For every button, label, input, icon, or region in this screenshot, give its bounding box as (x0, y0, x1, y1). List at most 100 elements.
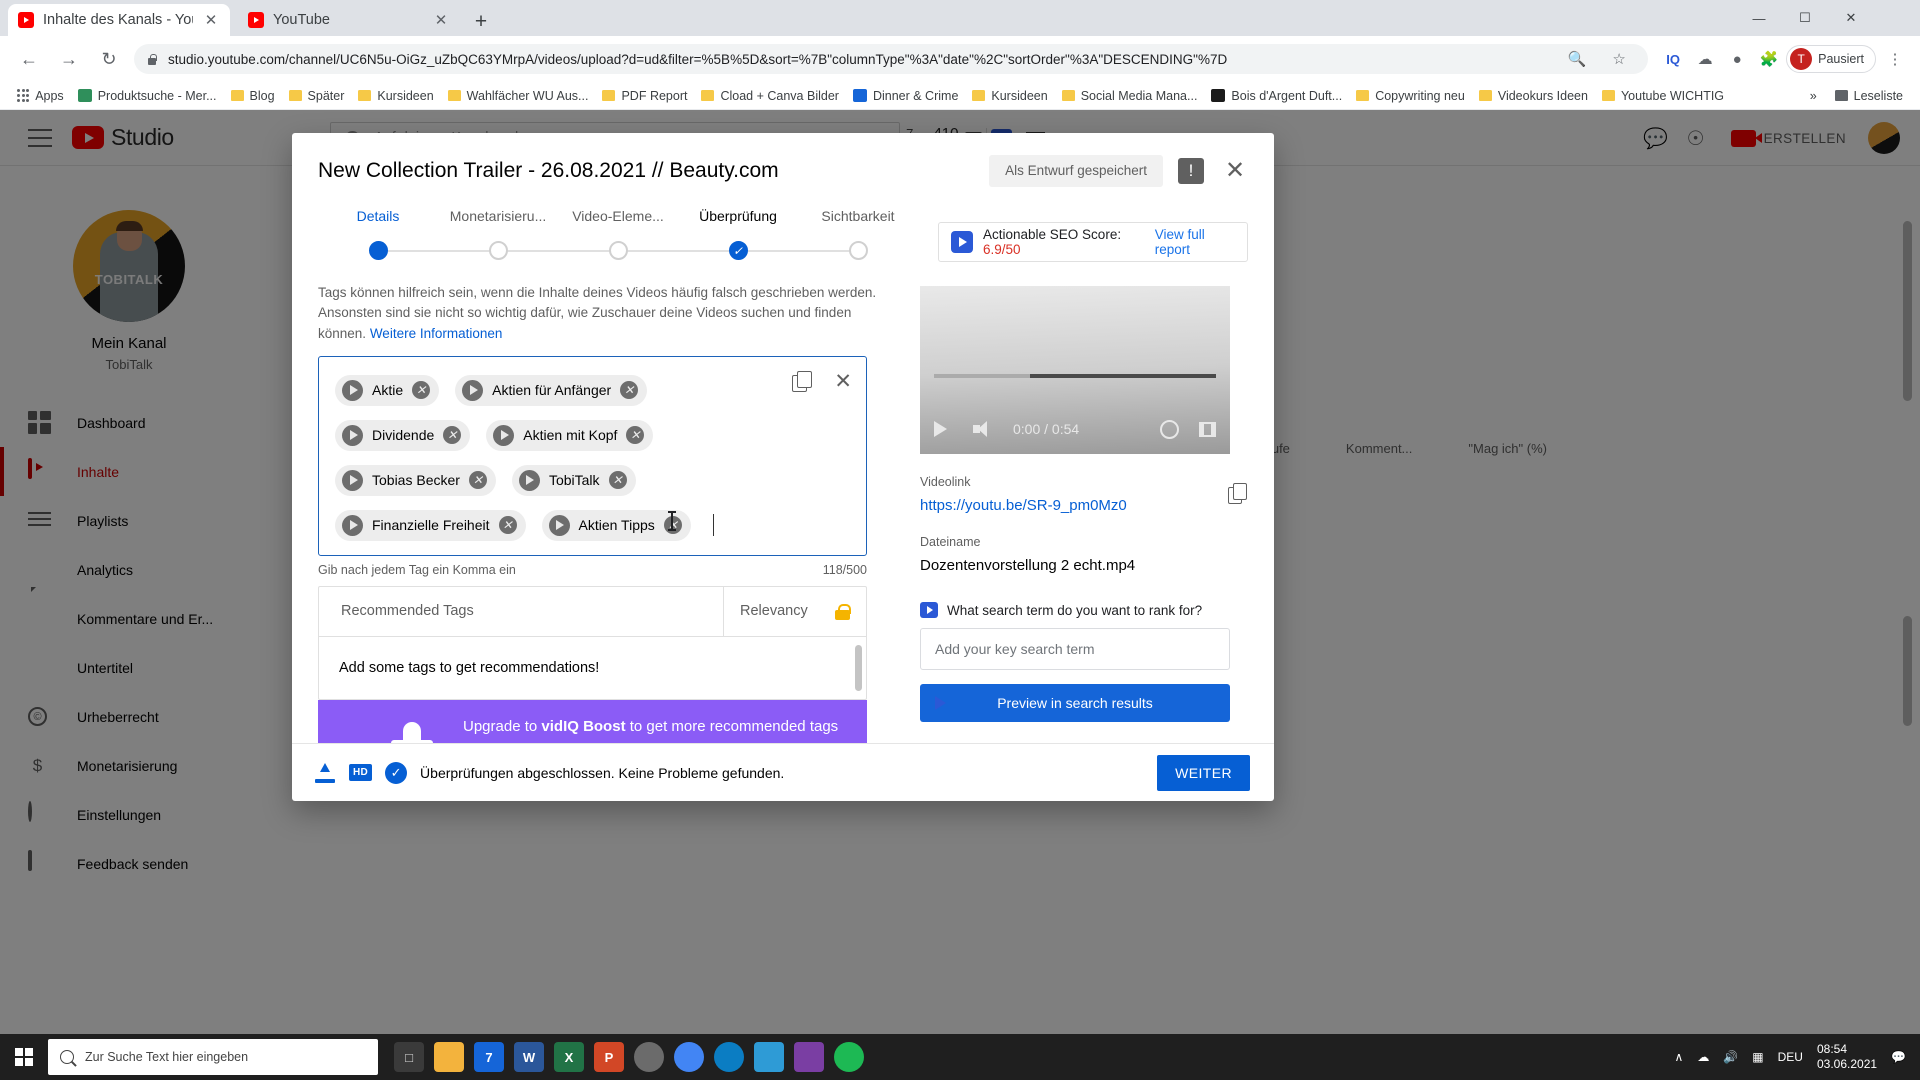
language-indicator[interactable]: DEU (1778, 1050, 1803, 1064)
video-preview[interactable]: 0:00 / 0:54 (920, 286, 1230, 454)
tag-chip[interactable]: Tobias Becker ✕ (335, 464, 496, 496)
profile-button[interactable]: T Pausiert (1786, 45, 1876, 73)
remove-tag-icon[interactable]: ✕ (498, 516, 517, 535)
bookmark-social-media[interactable]: Social Media Mana... (1055, 85, 1205, 107)
chevron-up-icon[interactable]: ∧ (1675, 1050, 1684, 1064)
tag-chip[interactable]: TobiTalk ✕ (511, 464, 636, 496)
reading-list-button[interactable]: Leseliste (1828, 85, 1910, 107)
fullscreen-icon[interactable] (1199, 421, 1216, 437)
browser-tab-inactive[interactable]: YouTube ✕ (238, 4, 460, 36)
preview-search-results-button[interactable]: Preview in search results (920, 684, 1230, 722)
copy-icon[interactable] (1228, 483, 1250, 507)
task-view-icon[interactable]: □ (394, 1042, 424, 1072)
step-label-ueberpruefung[interactable]: Überprüfung (678, 208, 798, 224)
cloud-icon[interactable]: ☁ (1697, 1050, 1709, 1064)
start-button[interactable] (0, 1034, 48, 1080)
forward-icon[interactable]: → (52, 42, 86, 76)
window-minimize-button[interactable]: — (1736, 0, 1782, 36)
cd-icon[interactable] (634, 1042, 664, 1072)
window-close-button[interactable]: ✕ (1828, 0, 1874, 36)
tag-chip[interactable]: Aktien mit Kopf ✕ (486, 419, 654, 451)
close-icon[interactable]: ✕ (1220, 156, 1250, 186)
edge-icon[interactable] (714, 1042, 744, 1072)
close-icon[interactable]: ✕ (202, 11, 220, 29)
bookmark-spaeter[interactable]: Später (282, 85, 352, 107)
play-icon[interactable] (934, 421, 947, 437)
bookmark-star-icon[interactable]: ☆ (1604, 44, 1634, 74)
file-explorer-icon[interactable] (434, 1042, 464, 1072)
volume-icon[interactable] (973, 421, 993, 437)
window-maximize-button[interactable]: ☐ (1782, 0, 1828, 36)
step-label-sichtbarkeit[interactable]: Sichtbarkeit (798, 208, 918, 224)
taskbar-search-input[interactable]: Zur Suche Text hier eingeben (48, 1039, 378, 1075)
remove-tag-icon[interactable]: ✕ (412, 381, 431, 400)
tag-chip[interactable]: Aktien für Anfänger ✕ (455, 374, 648, 406)
browser-tab-active[interactable]: Inhalte des Kanals - YouTube Stu ✕ (8, 4, 230, 36)
next-button[interactable]: WEITER (1157, 754, 1250, 791)
step-dot-ueberpruefung[interactable]: ✓ (678, 241, 798, 260)
tags-input-box[interactable]: Aktie ✕ Aktien für Anfänger ✕ Dividende … (318, 355, 867, 556)
close-icon[interactable]: ✕ (834, 369, 852, 394)
powerpoint-icon[interactable]: P (594, 1042, 624, 1072)
remove-tag-icon[interactable]: ✕ (620, 381, 639, 400)
chrome-menu-icon[interactable]: ⋮ (1880, 44, 1910, 74)
gear-icon[interactable] (1160, 419, 1179, 439)
remove-tag-icon[interactable]: ✕ (468, 471, 487, 490)
step-dot-monetarisierung[interactable] (438, 241, 558, 260)
learn-more-link[interactable]: Weitere Informationen (370, 326, 503, 341)
bookmark-copywriting[interactable]: Copywriting neu (1349, 85, 1472, 107)
step-dot-sichtbarkeit[interactable] (798, 241, 918, 260)
step-dot-details[interactable] (318, 241, 438, 260)
tag-chip[interactable]: Dividende ✕ (335, 419, 471, 451)
zoom-icon[interactable]: 🔍 (1562, 44, 1592, 74)
step-dot-video-elemente[interactable] (558, 241, 678, 260)
remove-tag-icon[interactable]: ✕ (626, 426, 645, 445)
clock[interactable]: 08:54 03.06.2021 (1817, 1042, 1877, 1072)
tag-chip[interactable]: Finanzielle Freiheit ✕ (335, 509, 526, 541)
puzzle-extension-icon[interactable]: 🧩 (1754, 44, 1784, 74)
close-icon[interactable]: ✕ (432, 11, 450, 29)
tag-chip[interactable]: Aktie ✕ (335, 374, 440, 406)
view-full-report-link[interactable]: View full report (1155, 227, 1235, 257)
bookmark-wahlfaecher[interactable]: Wahlfächer WU Aus... (441, 85, 596, 107)
shopping-extension-icon[interactable]: ● (1722, 44, 1752, 74)
bookmark-pdf-report[interactable]: PDF Report (595, 85, 694, 107)
step-label-details[interactable]: Details (318, 208, 438, 224)
bookmark-blog[interactable]: Blog (224, 85, 282, 107)
bookmark-cload-canva[interactable]: Cload + Canva Bilder (694, 85, 845, 107)
bookmark-produktsuche[interactable]: Produktsuche - Mer... (71, 85, 224, 107)
address-bar[interactable]: studio.youtube.com/channel/UC6N5u-OiGz_u… (134, 44, 1649, 74)
spotify-icon[interactable] (834, 1042, 864, 1072)
alert-icon[interactable]: ! (1178, 157, 1204, 184)
videolink-value[interactable]: https://youtu.be/SR-9_pm0Mz0 (920, 497, 1247, 514)
remove-tag-icon[interactable]: ✕ (443, 426, 462, 445)
copy-icon[interactable] (792, 370, 816, 395)
key-search-term-input[interactable]: Add your key search term (920, 628, 1230, 670)
chrome-icon[interactable] (674, 1042, 704, 1072)
bookmarks-overflow-button[interactable]: » (1803, 85, 1824, 107)
step-label-video-elemente[interactable]: Video-Eleme... (558, 208, 678, 224)
back-icon[interactable]: ← (12, 42, 46, 76)
notification-icon[interactable]: 💬 (1891, 1050, 1906, 1064)
word-icon[interactable]: W (514, 1042, 544, 1072)
bookmark-bois-dargent[interactable]: Bois d'Argent Duft... (1204, 85, 1349, 107)
reload-icon[interactable]: ↻ (92, 42, 126, 76)
bookmark-kursideen-1[interactable]: Kursideen (351, 85, 440, 107)
notes-extension-icon[interactable]: ☁ (1690, 44, 1720, 74)
volume-icon[interactable]: 🔊 (1723, 1050, 1738, 1064)
network-icon[interactable]: ▦ (1752, 1050, 1763, 1064)
iq-extension-icon[interactable]: IQ (1658, 44, 1688, 74)
new-tab-button[interactable]: + (468, 8, 494, 34)
remove-tag-icon[interactable]: ✕ (608, 471, 627, 490)
video-progress-bar[interactable] (934, 374, 1216, 378)
bookmark-kursideen-2[interactable]: Kursideen (965, 85, 1054, 107)
outlook-icon[interactable]: 7 (474, 1042, 504, 1072)
tag-chip[interactable]: Aktien Tipps ✕ (541, 509, 691, 541)
sharex-icon[interactable] (754, 1042, 784, 1072)
camtasia-icon[interactable] (794, 1042, 824, 1072)
excel-icon[interactable]: X (554, 1042, 584, 1072)
step-label-monetarisierung[interactable]: Monetarisieru... (438, 208, 558, 224)
bookmark-youtube-wichtig[interactable]: Youtube WICHTIG (1595, 85, 1731, 107)
bookmark-videokurs[interactable]: Videokurs Ideen (1472, 85, 1595, 107)
vidiq-boost-banner[interactable]: Upgrade to vidIQ Boost to get more recom… (318, 699, 867, 743)
